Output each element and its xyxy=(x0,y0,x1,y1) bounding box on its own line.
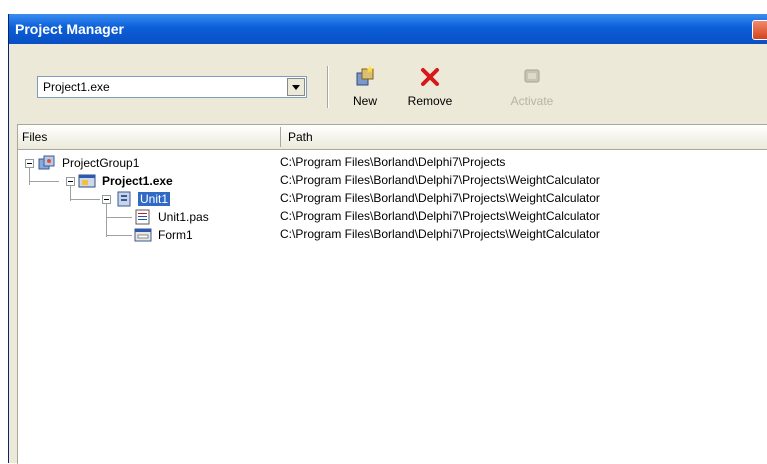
tree-node-path: C:\Program Files\Borland\Delphi7\Project… xyxy=(280,209,600,223)
tree-node[interactable]: Project1.exe xyxy=(78,173,175,189)
tree-node-label: Project1.exe xyxy=(102,174,173,188)
project-group-icon xyxy=(38,155,55,170)
tree-node[interactable]: Unit1 xyxy=(116,191,171,207)
window-title: Project Manager xyxy=(15,21,124,37)
pas-file-icon xyxy=(135,209,150,225)
project-combo-value: Project1.exe xyxy=(43,80,110,94)
tree-node-label-selected: Unit1 xyxy=(138,192,171,206)
tree-row[interactable]: Project1.exe C:\Program Files\Borland\De… xyxy=(18,173,767,189)
tree-node-label: Unit1.pas xyxy=(158,210,209,224)
remove-label: Remove xyxy=(407,94,453,108)
tree-node-path: C:\Program Files\Borland\Delphi7\Project… xyxy=(280,227,600,241)
activate-button[interactable]: Activate xyxy=(499,64,565,114)
collapse-toggle-icon[interactable] xyxy=(25,159,34,168)
activate-label: Activate xyxy=(510,94,554,108)
collapse-toggle-icon[interactable] xyxy=(66,177,75,186)
column-divider[interactable] xyxy=(280,127,281,147)
tree-node[interactable]: Unit1.pas xyxy=(134,209,211,225)
tree-node-path: C:\Program Files\Borland\Delphi7\Project… xyxy=(280,173,600,187)
column-header-path[interactable]: Path xyxy=(288,130,313,144)
project-exe-icon xyxy=(78,174,96,188)
tree-node[interactable]: Form1 xyxy=(134,227,195,243)
column-header-files[interactable]: Files xyxy=(22,130,47,144)
close-button[interactable] xyxy=(752,20,767,40)
tree-node-path: C:\Program Files\Borland\Delphi7\Project… xyxy=(280,191,600,205)
unit-icon xyxy=(117,191,131,207)
tree-node-label: Form1 xyxy=(158,228,193,242)
project-manager-window: Project Manager Project1.exe New Remove … xyxy=(8,14,767,464)
remove-button[interactable]: Remove xyxy=(397,64,463,114)
form-icon xyxy=(134,228,152,242)
tree-row[interactable]: ProjectGroup1 C:\Program Files\Borland\D… xyxy=(18,155,767,171)
new-label: New xyxy=(352,94,377,108)
remove-x-icon xyxy=(397,64,463,90)
project-combo[interactable]: Project1.exe xyxy=(37,76,307,98)
tree-row[interactable]: Unit1.pas C:\Program Files\Borland\Delph… xyxy=(18,209,767,225)
title-bar[interactable]: Project Manager xyxy=(9,14,767,44)
new-button[interactable]: New xyxy=(345,64,385,114)
new-icon xyxy=(345,64,385,90)
project-tree-list[interactable]: Files Path ProjectGroup1 C:\Program File… xyxy=(17,124,767,464)
collapse-toggle-icon[interactable] xyxy=(102,195,111,204)
activate-icon xyxy=(499,64,565,90)
tree-node-label: ProjectGroup1 xyxy=(62,156,140,170)
tree-node[interactable]: ProjectGroup1 xyxy=(38,155,141,171)
toolbar-separator xyxy=(327,66,329,108)
tree-node-path: C:\Program Files\Borland\Delphi7\Project… xyxy=(280,155,506,169)
column-header: Files Path xyxy=(18,125,767,150)
tree-row[interactable]: Unit1 C:\Program Files\Borland\Delphi7\P… xyxy=(18,191,767,207)
toolbar: Project1.exe New Remove Activate xyxy=(9,44,767,124)
tree-row[interactable]: Form1 C:\Program Files\Borland\Delphi7\P… xyxy=(18,227,767,243)
dropdown-arrow-icon[interactable] xyxy=(287,78,305,96)
